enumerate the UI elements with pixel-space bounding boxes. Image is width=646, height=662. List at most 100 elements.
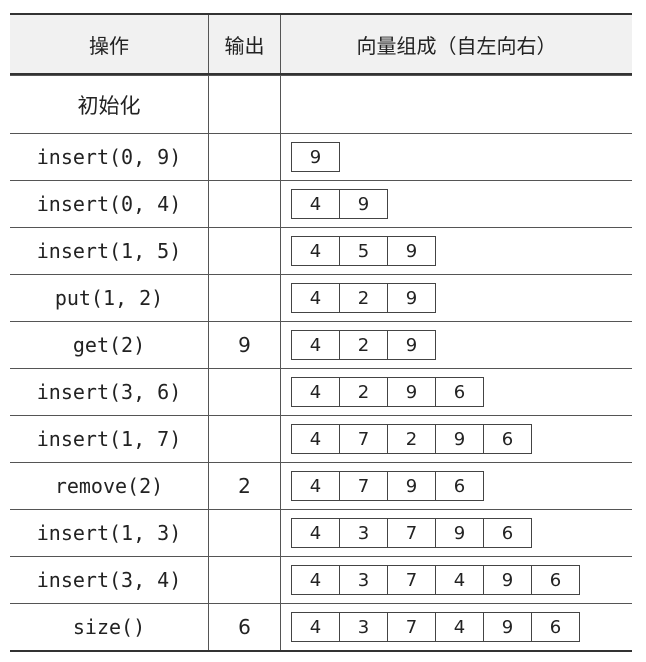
table-row: remove(2) 2 4 7 9 6 xyxy=(10,462,632,509)
vector-element: 4 xyxy=(309,240,322,262)
vector-element: 4 xyxy=(309,616,322,638)
vector-cell: 437496 xyxy=(281,557,632,603)
output-cell xyxy=(209,181,281,227)
vector-element: 6 xyxy=(435,472,483,500)
table-row: 初始化 xyxy=(10,75,632,133)
table-body: 初始化 insert(0, 9) 9 insert(0, 4) 4 9 insert(1, … xyxy=(10,75,632,650)
operation-cell: insert(1, 7) xyxy=(10,416,209,462)
vector-element: 6 xyxy=(435,378,483,406)
operation-cell: insert(0, 9) xyxy=(10,134,209,180)
vector-element: 9 xyxy=(483,566,531,594)
output-cell: 9 xyxy=(209,322,281,368)
operation-cell: insert(0, 4) xyxy=(10,181,209,227)
table-row: insert(0, 9) 9 xyxy=(10,133,632,180)
vector-boxes: 43796 xyxy=(291,518,532,548)
vector-boxes: 437496 xyxy=(291,612,580,642)
vector-boxes: 4296 xyxy=(291,377,484,407)
vector-element: 2 xyxy=(387,425,435,453)
table-row: get(2) 9 4 2 9 xyxy=(10,321,632,368)
vector-element: 7 xyxy=(339,425,387,453)
vector-element: 6 xyxy=(483,425,531,453)
vector-boxes: 459 xyxy=(291,236,436,266)
table-header-row: 操作 输出 向量组成（自左向右） xyxy=(10,15,632,75)
vector-element: 9 xyxy=(435,519,483,547)
vector-element: 9 xyxy=(387,472,435,500)
vector-element: 9 xyxy=(435,425,483,453)
vector-cell: 437496 xyxy=(281,604,632,650)
vector-cell: 43796 xyxy=(281,510,632,556)
vector-element: 4 xyxy=(309,569,322,591)
vector-element: 4 xyxy=(309,381,322,403)
operation-cell: insert(3, 4) xyxy=(10,557,209,603)
vector-boxes: 4796 xyxy=(291,471,484,501)
output-cell: 6 xyxy=(209,604,281,650)
vector-element: 3 xyxy=(339,566,387,594)
vector-element: 9 xyxy=(339,190,387,218)
output-cell: 2 xyxy=(209,463,281,509)
vector-cell: 4796 xyxy=(281,463,632,509)
vector-element: 7 xyxy=(387,566,435,594)
vector-cell xyxy=(281,76,632,133)
output-cell xyxy=(209,557,281,603)
table-row: insert(0, 4) 4 9 xyxy=(10,180,632,227)
vector-element: 3 xyxy=(339,613,387,641)
table-row: insert(3, 6) 4 2 9 6 xyxy=(10,368,632,415)
output-cell xyxy=(209,134,281,180)
output-cell xyxy=(209,416,281,462)
table-row: size() 6 4 3 7 4 9 6 xyxy=(10,603,632,650)
output-cell xyxy=(209,228,281,274)
vector-cell: 9 xyxy=(281,134,632,180)
output-cell xyxy=(209,275,281,321)
vector-boxes: 47296 xyxy=(291,424,532,454)
operation-cell: remove(2) xyxy=(10,463,209,509)
vector-boxes: 429 xyxy=(291,330,436,360)
vector-element: 6 xyxy=(483,519,531,547)
operation-cell: insert(1, 5) xyxy=(10,228,209,274)
vector-element: 7 xyxy=(387,613,435,641)
vector-element: 9 xyxy=(387,237,435,265)
vector-element: 4 xyxy=(309,193,322,215)
vector-element: 4 xyxy=(435,613,483,641)
operation-cell: put(1, 2) xyxy=(10,275,209,321)
vector-element: 4 xyxy=(309,287,322,309)
operation-cell: size() xyxy=(10,604,209,650)
operation-cell: insert(3, 6) xyxy=(10,369,209,415)
vector-element: 9 xyxy=(387,331,435,359)
table-row: insert(3, 4) 4 3 7 4 9 6 xyxy=(10,556,632,603)
vector-element: 6 xyxy=(531,566,579,594)
output-cell xyxy=(209,369,281,415)
vector-element: 5 xyxy=(339,237,387,265)
vector-element: 9 xyxy=(387,284,435,312)
header-vector: 向量组成（自左向右） xyxy=(356,33,557,58)
vector-operations-table: 操作 输出 向量组成（自左向右） 初始化 insert(0, 9) 9 insert(… xyxy=(10,13,632,652)
vector-element: 2 xyxy=(339,378,387,406)
vector-cell: 459 xyxy=(281,228,632,274)
vector-boxes: 49 xyxy=(291,189,388,219)
operation-cell: get(2) xyxy=(10,322,209,368)
vector-element: 4 xyxy=(309,428,322,450)
vector-element: 9 xyxy=(387,378,435,406)
vector-cell: 4296 xyxy=(281,369,632,415)
vector-element: 7 xyxy=(339,472,387,500)
vector-element: 6 xyxy=(531,613,579,641)
table-row: insert(1, 7) 4 7 2 9 6 xyxy=(10,415,632,462)
vector-element: 4 xyxy=(309,334,322,356)
operation-cell: insert(1, 3) xyxy=(10,510,209,556)
header-output: 输出 xyxy=(209,15,281,73)
output-cell xyxy=(209,510,281,556)
vector-element: 4 xyxy=(309,522,322,544)
vector-cell: 429 xyxy=(281,275,632,321)
vector-cell: 47296 xyxy=(281,416,632,462)
vector-cell: 429 xyxy=(281,322,632,368)
vector-element: 2 xyxy=(339,331,387,359)
vector-element: 9 xyxy=(483,613,531,641)
vector-element: 2 xyxy=(339,284,387,312)
vector-element: 9 xyxy=(309,146,322,168)
table-row: insert(1, 3) 4 3 7 9 6 xyxy=(10,509,632,556)
vector-cell: 49 xyxy=(281,181,632,227)
table-row: insert(1, 5) 4 5 9 xyxy=(10,227,632,274)
operation-cell: 初始化 xyxy=(10,76,209,133)
table-row: put(1, 2) 4 2 9 xyxy=(10,274,632,321)
header-operation: 操作 xyxy=(10,15,209,73)
output-cell xyxy=(209,76,281,133)
